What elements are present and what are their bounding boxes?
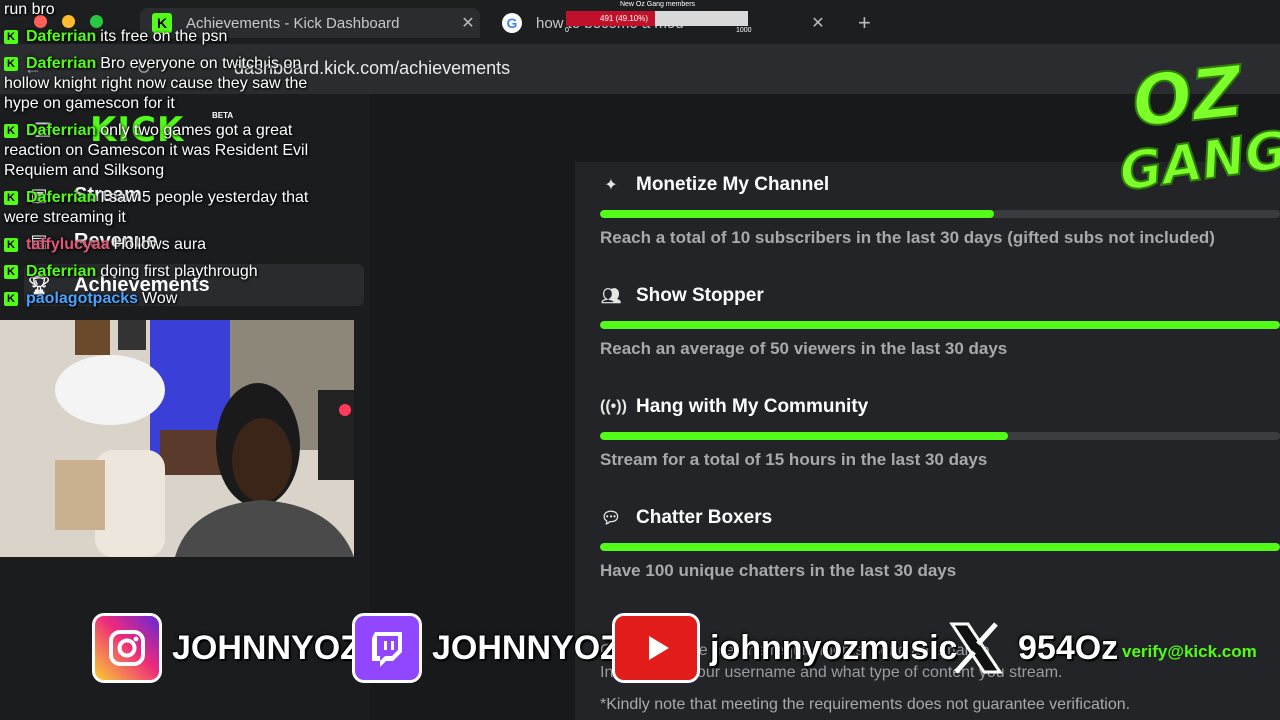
kick-badge-icon: K <box>4 57 18 71</box>
oz-gang-logo: OZ GANG <box>1115 42 1280 204</box>
verification-disclaimer: *Kindly note that meeting the requiremen… <box>600 696 1131 713</box>
chat-message: K Daferrian I saw 5 people yesterday that … <box>4 188 334 228</box>
goal-title: New Oz Gang members <box>619 1 696 8</box>
progress-bar <box>600 321 1280 329</box>
new-tab-button[interactable]: + <box>858 10 871 36</box>
achievement-description: Reach a total of 10 subscribers in the l… <box>600 228 1215 247</box>
achievement-title: Hang with My Community <box>636 396 869 417</box>
kick-badge-icon: K <box>4 30 18 44</box>
broadcast-icon: ((•)) <box>600 398 627 415</box>
social-handle: JOHNNYOZ <box>172 628 361 667</box>
kick-badge-icon: K <box>4 265 18 279</box>
achievement-description: Stream for a total of 15 hours in the la… <box>600 450 988 469</box>
achievement-show-stopper: 👥︎ Show Stopper Reach an average of 50 vi… <box>600 285 1280 359</box>
youtube-icon <box>612 613 700 683</box>
viewers-icon: 👥︎ <box>600 288 622 305</box>
sparkle-icon: ✦ <box>604 177 618 194</box>
kick-badge-icon: K <box>4 238 18 252</box>
achievement-title: Chatter Boxers <box>636 507 773 528</box>
chat-text: its free on the psn <box>100 28 228 45</box>
chat-message: K Daferrian its free on the psn <box>4 27 334 47</box>
chat-username: Daferrian <box>26 189 97 206</box>
chat-overlay: run bro K Daferrian its free on the psn KD… <box>4 0 334 316</box>
social-twitch: JOHNNYOZ <box>352 612 621 684</box>
twitch-icon <box>352 613 422 683</box>
social-handle: JOHNNYOZ <box>432 628 621 667</box>
kick-badge-icon: K <box>4 292 18 306</box>
close-icon[interactable]: ✕ <box>456 13 480 33</box>
chat-username: taffylucyaa <box>26 236 110 253</box>
achievement-hang-with-community: ((•)) Hang with My Community Stream for a… <box>600 396 1280 470</box>
goal-min: 0 <box>565 27 569 34</box>
progress-bar <box>600 543 1280 551</box>
chat-message: Kpaolagotpacks Wow <box>4 289 334 309</box>
chat-message: K Daferrian doing first playthrough <box>4 262 334 282</box>
chat-message: K Daferrian only two games got a great rea… <box>4 121 334 181</box>
progress-fill <box>600 321 1280 329</box>
chat-text: Hollows aura <box>113 236 207 253</box>
kick-badge-icon: K <box>4 191 18 205</box>
progress-fill <box>600 210 995 218</box>
x-icon <box>944 613 1008 683</box>
achievement-description: Reach an average of 50 viewers in the la… <box>600 339 1008 358</box>
chat-text: Wow <box>142 290 178 307</box>
progress-bar <box>600 432 1280 440</box>
goal-max: 1000 <box>736 27 752 34</box>
progress-fill <box>600 543 1280 551</box>
chat-username: Daferrian <box>26 55 97 72</box>
social-instagram: JOHNNYOZ <box>92 612 361 684</box>
chat-icon: 💬︎ <box>600 510 622 527</box>
progress-fill <box>600 432 1008 440</box>
chat-username: Daferrian <box>26 122 97 139</box>
chat-message: Ktaffylucyaa Hollows aura <box>4 235 334 255</box>
close-icon[interactable]: ✕ <box>806 13 830 33</box>
achievement-description: Have 100 unique chatters in the last 30 … <box>600 561 957 580</box>
chat-username: Daferrian <box>26 263 97 280</box>
chat-message: K Daferrian Bro everyone on twitch is on h… <box>4 54 334 114</box>
social-x: 954Oz <box>944 612 1118 684</box>
social-handle: johnnyozmusic <box>710 628 958 667</box>
instagram-icon <box>92 613 162 683</box>
chat-message: run bro <box>4 0 334 20</box>
achievement-title: Monetize My Channel <box>636 174 830 195</box>
chat-username: paolagotpacks <box>26 290 139 307</box>
social-youtube: johnnyozmusic <box>612 612 957 684</box>
webcam-feed <box>0 320 354 557</box>
chat-username: Daferrian <box>26 28 97 45</box>
verify-email-link[interactable]: verify@kick.com <box>1122 642 1257 662</box>
chat-text: run bro <box>4 1 55 18</box>
google-icon: G <box>502 13 522 33</box>
goal-value: 491 (49.10%) <box>600 14 649 23</box>
kick-badge-icon: K <box>4 124 18 138</box>
progress-bar <box>600 210 1280 218</box>
chat-text: doing first playthrough <box>100 263 258 280</box>
achievement-chatter-boxers: 💬︎ Chatter Boxers Have 100 unique chatter… <box>600 507 1280 581</box>
social-handle: 954Oz <box>1018 628 1119 667</box>
achievement-title: Show Stopper <box>636 285 764 306</box>
